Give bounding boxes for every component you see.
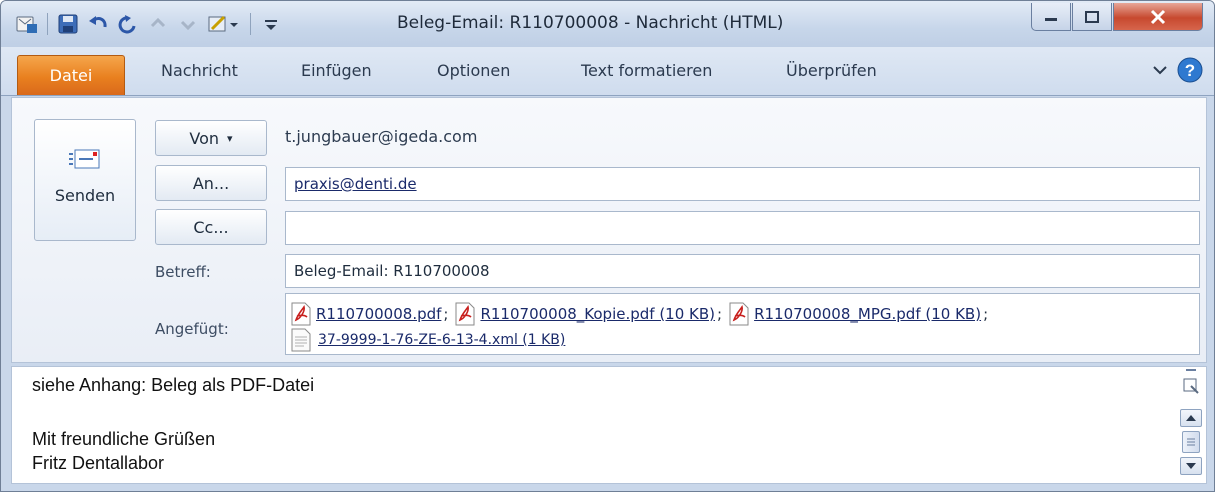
quick-access-toolbar [15, 7, 289, 41]
minimize-icon[interactable] [1031, 3, 1071, 31]
next-item-icon[interactable] [176, 12, 200, 36]
help-icon[interactable]: ? [1177, 57, 1203, 83]
format-painter-icon[interactable] [206, 12, 242, 36]
cc-button[interactable]: Cc... [155, 209, 267, 245]
tab-text-formatieren[interactable]: Text formatieren [581, 61, 712, 80]
to-recipient[interactable]: praxis@denti.de [294, 175, 417, 193]
attachment-separator: ; [983, 305, 989, 323]
outlook-icon[interactable] [15, 12, 39, 36]
window-title: Beleg-Email: R110700008 - Nachricht (HTM… [397, 13, 784, 33]
vertical-scrollbar[interactable] [1180, 369, 1202, 479]
toolbar-separator [47, 13, 48, 35]
subject-label: Betreff: [155, 263, 211, 281]
attachment-name[interactable]: 37-9999-1-76-ZE-6-13-4.xml (1 KB) [318, 332, 565, 348]
tab-ueberpruefen[interactable]: Überprüfen [786, 61, 877, 80]
to-field[interactable]: praxis@denti.de [285, 167, 1200, 201]
attachment-item[interactable]: R110700008_Kopie.pdf (10 KB) [454, 302, 715, 326]
to-button[interactable]: An... [155, 165, 267, 201]
attachment-item[interactable]: 37-9999-1-76-ZE-6-13-4.xml (1 KB) [290, 328, 565, 352]
attached-label: Angefügt: [155, 320, 229, 338]
chevron-down-icon: ▾ [227, 131, 233, 145]
attachment-separator: ; [443, 305, 449, 323]
file-icon [291, 328, 311, 352]
tab-einfuegen[interactable]: Einfügen [301, 61, 372, 80]
from-button-label: Von [189, 128, 220, 148]
send-button[interactable]: Senden [34, 119, 136, 241]
subject-value: Beleg-Email: R110700008 [294, 262, 490, 280]
redo-icon[interactable] [116, 12, 140, 36]
attachment-separator: ; [717, 305, 723, 323]
tab-datei[interactable]: Datei [17, 55, 125, 95]
body-line: Mit freundliche Grüßen [32, 429, 216, 449]
tab-nachricht[interactable]: Nachricht [161, 61, 238, 80]
attachment-item[interactable]: R110700008_MPG.pdf (10 KB) [728, 302, 981, 326]
toolbar-separator [250, 13, 251, 35]
scroll-up-icon[interactable] [1180, 409, 1202, 427]
customize-qat-icon[interactable] [259, 12, 283, 36]
attachment-name[interactable]: R110700008_MPG.pdf (10 KB) [754, 305, 981, 323]
view-settings-icon[interactable] [1182, 377, 1200, 395]
outlook-message-window: Beleg-Email: R110700008 - Nachricht (HTM… [0, 0, 1215, 492]
attachment-item[interactable]: R110700008.pdf [290, 302, 441, 326]
tab-optionen[interactable]: Optionen [437, 61, 510, 80]
body-line: siehe Anhang: Beleg als PDF-Datei [32, 375, 315, 395]
save-icon[interactable] [56, 12, 80, 36]
title-bar: Beleg-Email: R110700008 - Nachricht (HTM… [1, 1, 1214, 47]
pdf-icon [455, 302, 475, 326]
cc-field[interactable] [285, 211, 1200, 245]
attachments-field: R110700008.pdf ; R110700008_Kopie.pdf (1… [285, 293, 1200, 355]
close-icon[interactable] [1113, 3, 1203, 31]
svg-text:?: ? [1185, 61, 1195, 80]
scrollbar-grip [1186, 369, 1196, 371]
body-line: Fritz Dentallabor [32, 453, 165, 473]
scroll-down-icon[interactable] [1180, 457, 1202, 475]
message-header: Senden Von ▾ t.jungbauer@igeda.com An...… [11, 97, 1207, 363]
from-button[interactable]: Von ▾ [155, 120, 267, 156]
subject-field[interactable]: Beleg-Email: R110700008 [285, 254, 1200, 288]
maximize-icon[interactable] [1072, 3, 1112, 31]
pdf-icon [291, 302, 311, 326]
send-label: Senden [54, 186, 116, 205]
message-body[interactable]: siehe Anhang: Beleg als PDF-Datei Mit fr… [11, 366, 1207, 484]
from-value: t.jungbauer@igeda.com [285, 127, 478, 146]
previous-item-icon[interactable] [146, 12, 170, 36]
collapse-ribbon-icon[interactable] [1151, 61, 1169, 79]
attachment-name[interactable]: R110700008.pdf [316, 305, 441, 323]
send-envelope-icon [69, 146, 103, 176]
attachment-name[interactable]: R110700008_Kopie.pdf (10 KB) [480, 305, 715, 323]
pdf-icon [729, 302, 749, 326]
ribbon-tab-strip: Datei Nachricht Einfügen Optionen Text f… [1, 47, 1214, 96]
undo-icon[interactable] [86, 12, 110, 36]
scroll-thumb[interactable] [1182, 431, 1200, 453]
